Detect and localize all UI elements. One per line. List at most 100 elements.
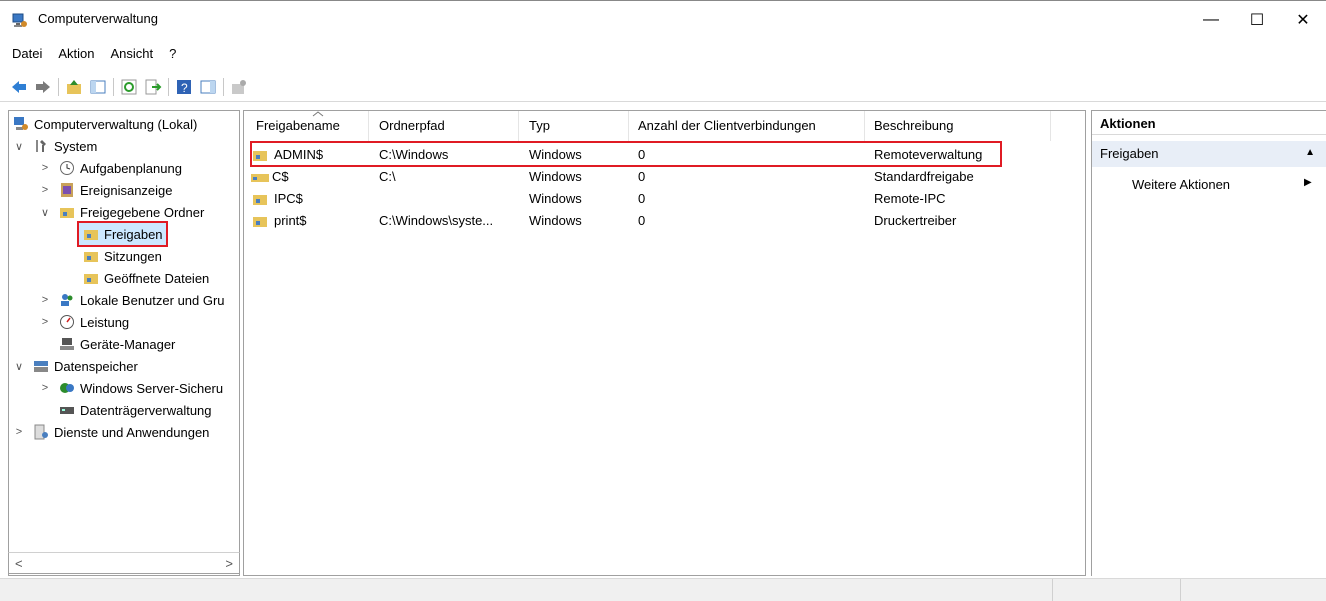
cell-name: IPC$ <box>274 191 303 206</box>
help-icon[interactable]: ? <box>175 78 193 96</box>
tree-item-computerverwaltung[interactable]: Computerverwaltung (Lokal) <box>13 113 197 135</box>
menu-aktion[interactable]: Aktion <box>58 46 94 68</box>
cell-description: Standardfreigabe <box>874 169 974 184</box>
status-bar-divider <box>1180 579 1181 601</box>
tree-item-geoeffnete-dateien[interactable]: Geöffnete Dateien <box>83 267 209 289</box>
cell-name: print$ <box>274 213 307 228</box>
tree-item-ereignisanzeige[interactable]: > Ereignisanzeige <box>39 179 173 201</box>
cell-type: Windows <box>529 169 582 184</box>
actions-section-freigaben[interactable]: Freigaben ▲ <box>1092 141 1326 167</box>
chevron-right-icon[interactable]: > <box>39 294 51 306</box>
column-header-typ[interactable]: Typ <box>529 118 550 133</box>
column-separator[interactable] <box>628 111 629 141</box>
chevron-down-icon[interactable]: ∨ <box>13 360 25 373</box>
maximize-button[interactable]: ☐ <box>1234 1 1280 39</box>
cell-connections: 0 <box>638 213 646 228</box>
tree-item-sitzungen[interactable]: Sitzungen <box>83 245 162 267</box>
cell-description: Remote-IPC <box>874 191 946 206</box>
tree-item-dienste-und-anwendungen[interactable]: > Dienste und Anwendungen <box>13 421 209 443</box>
sessions-icon <box>84 252 98 262</box>
clock-icon <box>60 161 74 175</box>
shared-folder-icon <box>253 151 267 161</box>
back-icon[interactable] <box>10 78 28 96</box>
forward-icon[interactable] <box>34 78 52 96</box>
close-button[interactable]: ✕ <box>1280 1 1326 39</box>
column-header-beschreibung[interactable]: Beschreibung <box>874 118 954 133</box>
column-separator[interactable] <box>518 111 519 141</box>
cell-type: Windows <box>529 147 582 162</box>
chevron-down-icon[interactable]: ∨ <box>13 140 25 153</box>
event-viewer-icon <box>61 183 73 197</box>
svg-text:?: ? <box>181 81 188 95</box>
tree-item-freigegebene-ordner[interactable]: ∨ Freigegebene Ordner <box>39 201 204 223</box>
cell-name: ADMIN$ <box>274 147 324 162</box>
table-row[interactable]: C$ C:\ Windows 0 Standardfreigabe <box>244 166 1085 188</box>
column-separator[interactable] <box>864 111 865 141</box>
cell-type: Windows <box>529 191 582 206</box>
tree-item-geraete-manager[interactable]: Geräte-Manager <box>59 333 175 355</box>
scroll-left-icon[interactable]: < <box>15 556 23 571</box>
menu-bar: Datei Aktion Ansicht ? <box>0 46 192 68</box>
column-header-anzahl-clientverbindungen[interactable]: Anzahl der Clientverbindungen <box>638 118 816 133</box>
column-separator[interactable] <box>1050 111 1051 141</box>
tree-item-aufgabenplanung[interactable]: > Aufgabenplanung <box>39 157 182 179</box>
show-hide-tree-icon[interactable] <box>89 78 107 96</box>
chevron-right-icon[interactable]: > <box>39 316 51 328</box>
tree-item-windows-server-sicherung[interactable]: > Windows Server-Sicheru <box>39 377 223 399</box>
title-bar: Computerverwaltung — ☐ ✕ <box>0 0 1326 38</box>
chevron-right-icon[interactable]: > <box>39 382 51 394</box>
table-row[interactable]: IPC$ Windows 0 Remote-IPC <box>244 188 1085 210</box>
chevron-right-icon[interactable]: > <box>39 162 51 174</box>
shared-drive-icon <box>251 174 269 182</box>
tree-item-label: Computerverwaltung (Lokal) <box>34 116 198 132</box>
cell-type: Windows <box>529 213 582 228</box>
new-share-icon[interactable] <box>230 78 248 96</box>
tree-item-label: Ereignisanzeige <box>80 182 173 198</box>
menu-datei[interactable]: Datei <box>12 46 42 68</box>
refresh-icon[interactable] <box>120 78 138 96</box>
tree-item-label: Datenträgerverwaltung <box>80 402 212 418</box>
column-separator[interactable] <box>368 111 369 141</box>
tree-item-label: Geräte-Manager <box>80 336 176 352</box>
show-hide-action-pane-icon[interactable] <box>199 78 217 96</box>
tree-item-label: System <box>54 138 98 154</box>
chevron-right-icon[interactable]: > <box>13 426 25 438</box>
minimize-button[interactable]: — <box>1188 1 1234 39</box>
cell-connections: 0 <box>638 147 646 162</box>
tree-item-label: Geöffnete Dateien <box>104 270 210 286</box>
tree-item-freigaben[interactable]: Freigaben <box>77 221 168 247</box>
table-row[interactable]: ADMIN$ C:\Windows Windows 0 Remoteverwal… <box>244 144 1085 166</box>
shared-folder-icon <box>253 195 267 205</box>
backup-icon <box>60 383 74 393</box>
tree-item-system[interactable]: ∨ System <box>13 135 97 157</box>
tree-item-lokale-benutzer[interactable]: > Lokale Benutzer und Gru <box>39 289 225 311</box>
actions-section-label: Freigaben <box>1100 146 1159 161</box>
export-list-icon[interactable] <box>144 78 162 96</box>
column-header-freigabename[interactable]: Freigabename <box>256 118 340 133</box>
tree-horizontal-scrollbar[interactable]: < > <box>8 552 240 574</box>
tree-item-leistung[interactable]: > Leistung <box>39 311 129 333</box>
device-manager-icon <box>60 338 74 350</box>
open-files-icon <box>84 274 98 284</box>
chevron-right-icon[interactable]: > <box>39 184 51 196</box>
tree-item-label: Sitzungen <box>104 248 162 264</box>
cell-path: C:\Windows\syste... <box>379 213 494 228</box>
tree-item-label: Leistung <box>80 314 130 330</box>
menu-help[interactable]: ? <box>169 46 176 68</box>
computer-management-icon <box>12 13 27 27</box>
performance-icon <box>60 315 74 329</box>
tree-item-label: Lokale Benutzer und Gru <box>80 292 225 308</box>
tree-item-label: Freigegebene Ordner <box>80 204 205 220</box>
action-weitere-aktionen[interactable]: Weitere Aktionen <box>1132 177 1230 192</box>
submenu-arrow-icon[interactable]: ▶ <box>1304 177 1312 188</box>
menu-ansicht[interactable]: Ansicht <box>111 46 154 68</box>
column-header-ordnerpfad[interactable]: Ordnerpfad <box>379 118 445 133</box>
collapse-icon[interactable]: ▲ <box>1305 147 1315 158</box>
tree-item-datentraegerverwaltung[interactable]: Datenträgerverwaltung <box>59 399 212 421</box>
tree-item-datenspeicher[interactable]: ∨ Datenspeicher <box>13 355 138 377</box>
up-folder-icon[interactable] <box>65 78 83 96</box>
chevron-down-icon[interactable]: ∨ <box>39 206 51 219</box>
table-row[interactable]: print$ C:\Windows\syste... Windows 0 Dru… <box>244 210 1085 232</box>
scroll-right-icon[interactable]: > <box>225 556 233 571</box>
toolbar: ? <box>0 72 1326 102</box>
